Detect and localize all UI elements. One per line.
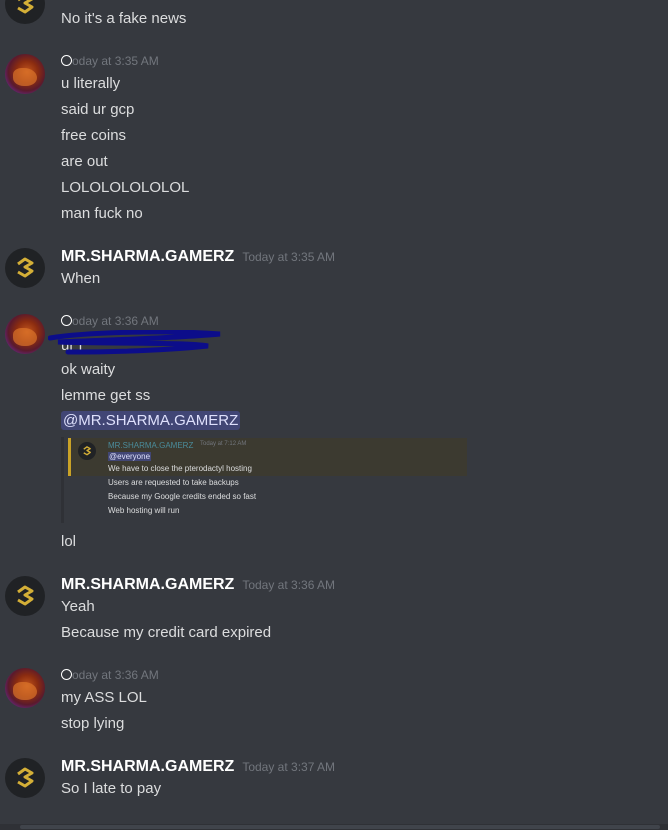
message-header: oday at 3:36 AM — [61, 314, 159, 328]
sharma-logo-icon — [17, 257, 34, 278]
message-text: LOLOLOLOLOLOL — [61, 179, 190, 196]
embed-text: Users are requested to take backups — [108, 478, 239, 487]
status-ring-icon — [61, 55, 72, 66]
message-text: lemme get ss — [61, 387, 151, 404]
embed-avatar — [78, 442, 96, 460]
timestamp: oday at 3:36 AM — [72, 314, 159, 328]
timestamp: Today at 3:35 AM — [242, 250, 336, 264]
avatar[interactable] — [5, 758, 45, 798]
embed-timestamp: Today at 7:12 AM — [200, 441, 247, 447]
message-header: MR.SHARMA.GAMERZ Today at 3:37 AM — [61, 758, 335, 776]
embed-text: We have to close the pterodactyl hosting — [108, 464, 252, 473]
sharma-logo-icon — [17, 767, 34, 788]
sharma-logo-icon — [17, 585, 34, 606]
sharma-logo-icon — [83, 446, 91, 456]
embed-username: MR.SHARMA.GAMERZ — [108, 441, 194, 450]
timestamp: Today at 3:37 AM — [242, 760, 336, 774]
avatar[interactable] — [5, 576, 45, 616]
status-ring-icon — [61, 669, 72, 680]
avatar[interactable] — [5, 668, 45, 708]
message-text: man fuck no — [61, 205, 143, 222]
message-text: free coins — [61, 127, 127, 144]
chat-message-list: No it's a fake news oday at 3:35 AM u li… — [0, 0, 668, 830]
message-text: my ASS LOL — [61, 689, 147, 706]
username[interactable]: MR.SHARMA.GAMERZ — [61, 248, 234, 266]
status-ring-icon — [61, 315, 72, 326]
message-mention-line: @MR.SHARMA.GAMERZ — [61, 411, 241, 430]
mention[interactable]: @MR.SHARMA.GAMERZ — [61, 411, 241, 430]
username[interactable]: MR.SHARMA.GAMERZ — [61, 576, 234, 594]
message-header: MR.SHARMA.GAMERZ Today at 3:35 AM — [61, 248, 335, 266]
message-text: ok waity — [61, 361, 116, 378]
message-header: MR.SHARMA.GAMERZ Today at 3:36 AM — [61, 576, 335, 594]
message-text: Yeah — [61, 598, 95, 615]
avatar[interactable] — [5, 0, 45, 24]
horizontal-scrollbar[interactable] — [0, 824, 668, 830]
timestamp: oday at 3:35 AM — [72, 54, 159, 68]
message-text: Because my credit card expired — [61, 624, 272, 641]
avatar[interactable] — [5, 54, 45, 94]
message-text: u literally — [61, 75, 121, 92]
embed-text: Because my Google credits ended so fast — [108, 492, 257, 501]
timestamp: oday at 3:36 AM — [72, 668, 159, 682]
timestamp: Today at 3:36 AM — [242, 578, 336, 592]
avatar[interactable] — [5, 248, 45, 288]
message-text: said ur gcp — [61, 101, 135, 118]
avatar[interactable] — [5, 314, 45, 354]
redaction-scribble — [48, 330, 221, 355]
sharma-logo-icon — [17, 0, 34, 14]
embed-mention: @everyone — [108, 452, 152, 461]
message-text: So I late to pay — [61, 780, 162, 797]
embedded-screenshot[interactable]: MR.SHARMA.GAMERZ Today at 7:12 AM @every… — [61, 437, 467, 523]
message-header: oday at 3:36 AM — [61, 668, 159, 682]
message-text: are out — [61, 153, 108, 170]
message-text: lol — [61, 533, 77, 550]
message-text: No it's a fake news — [61, 10, 187, 27]
message-text: stop lying — [61, 715, 125, 732]
message-header: oday at 3:35 AM — [61, 54, 159, 68]
embed-text: Web hosting will run — [108, 506, 180, 515]
message-text: When — [61, 270, 101, 287]
username[interactable]: MR.SHARMA.GAMERZ — [61, 758, 234, 776]
